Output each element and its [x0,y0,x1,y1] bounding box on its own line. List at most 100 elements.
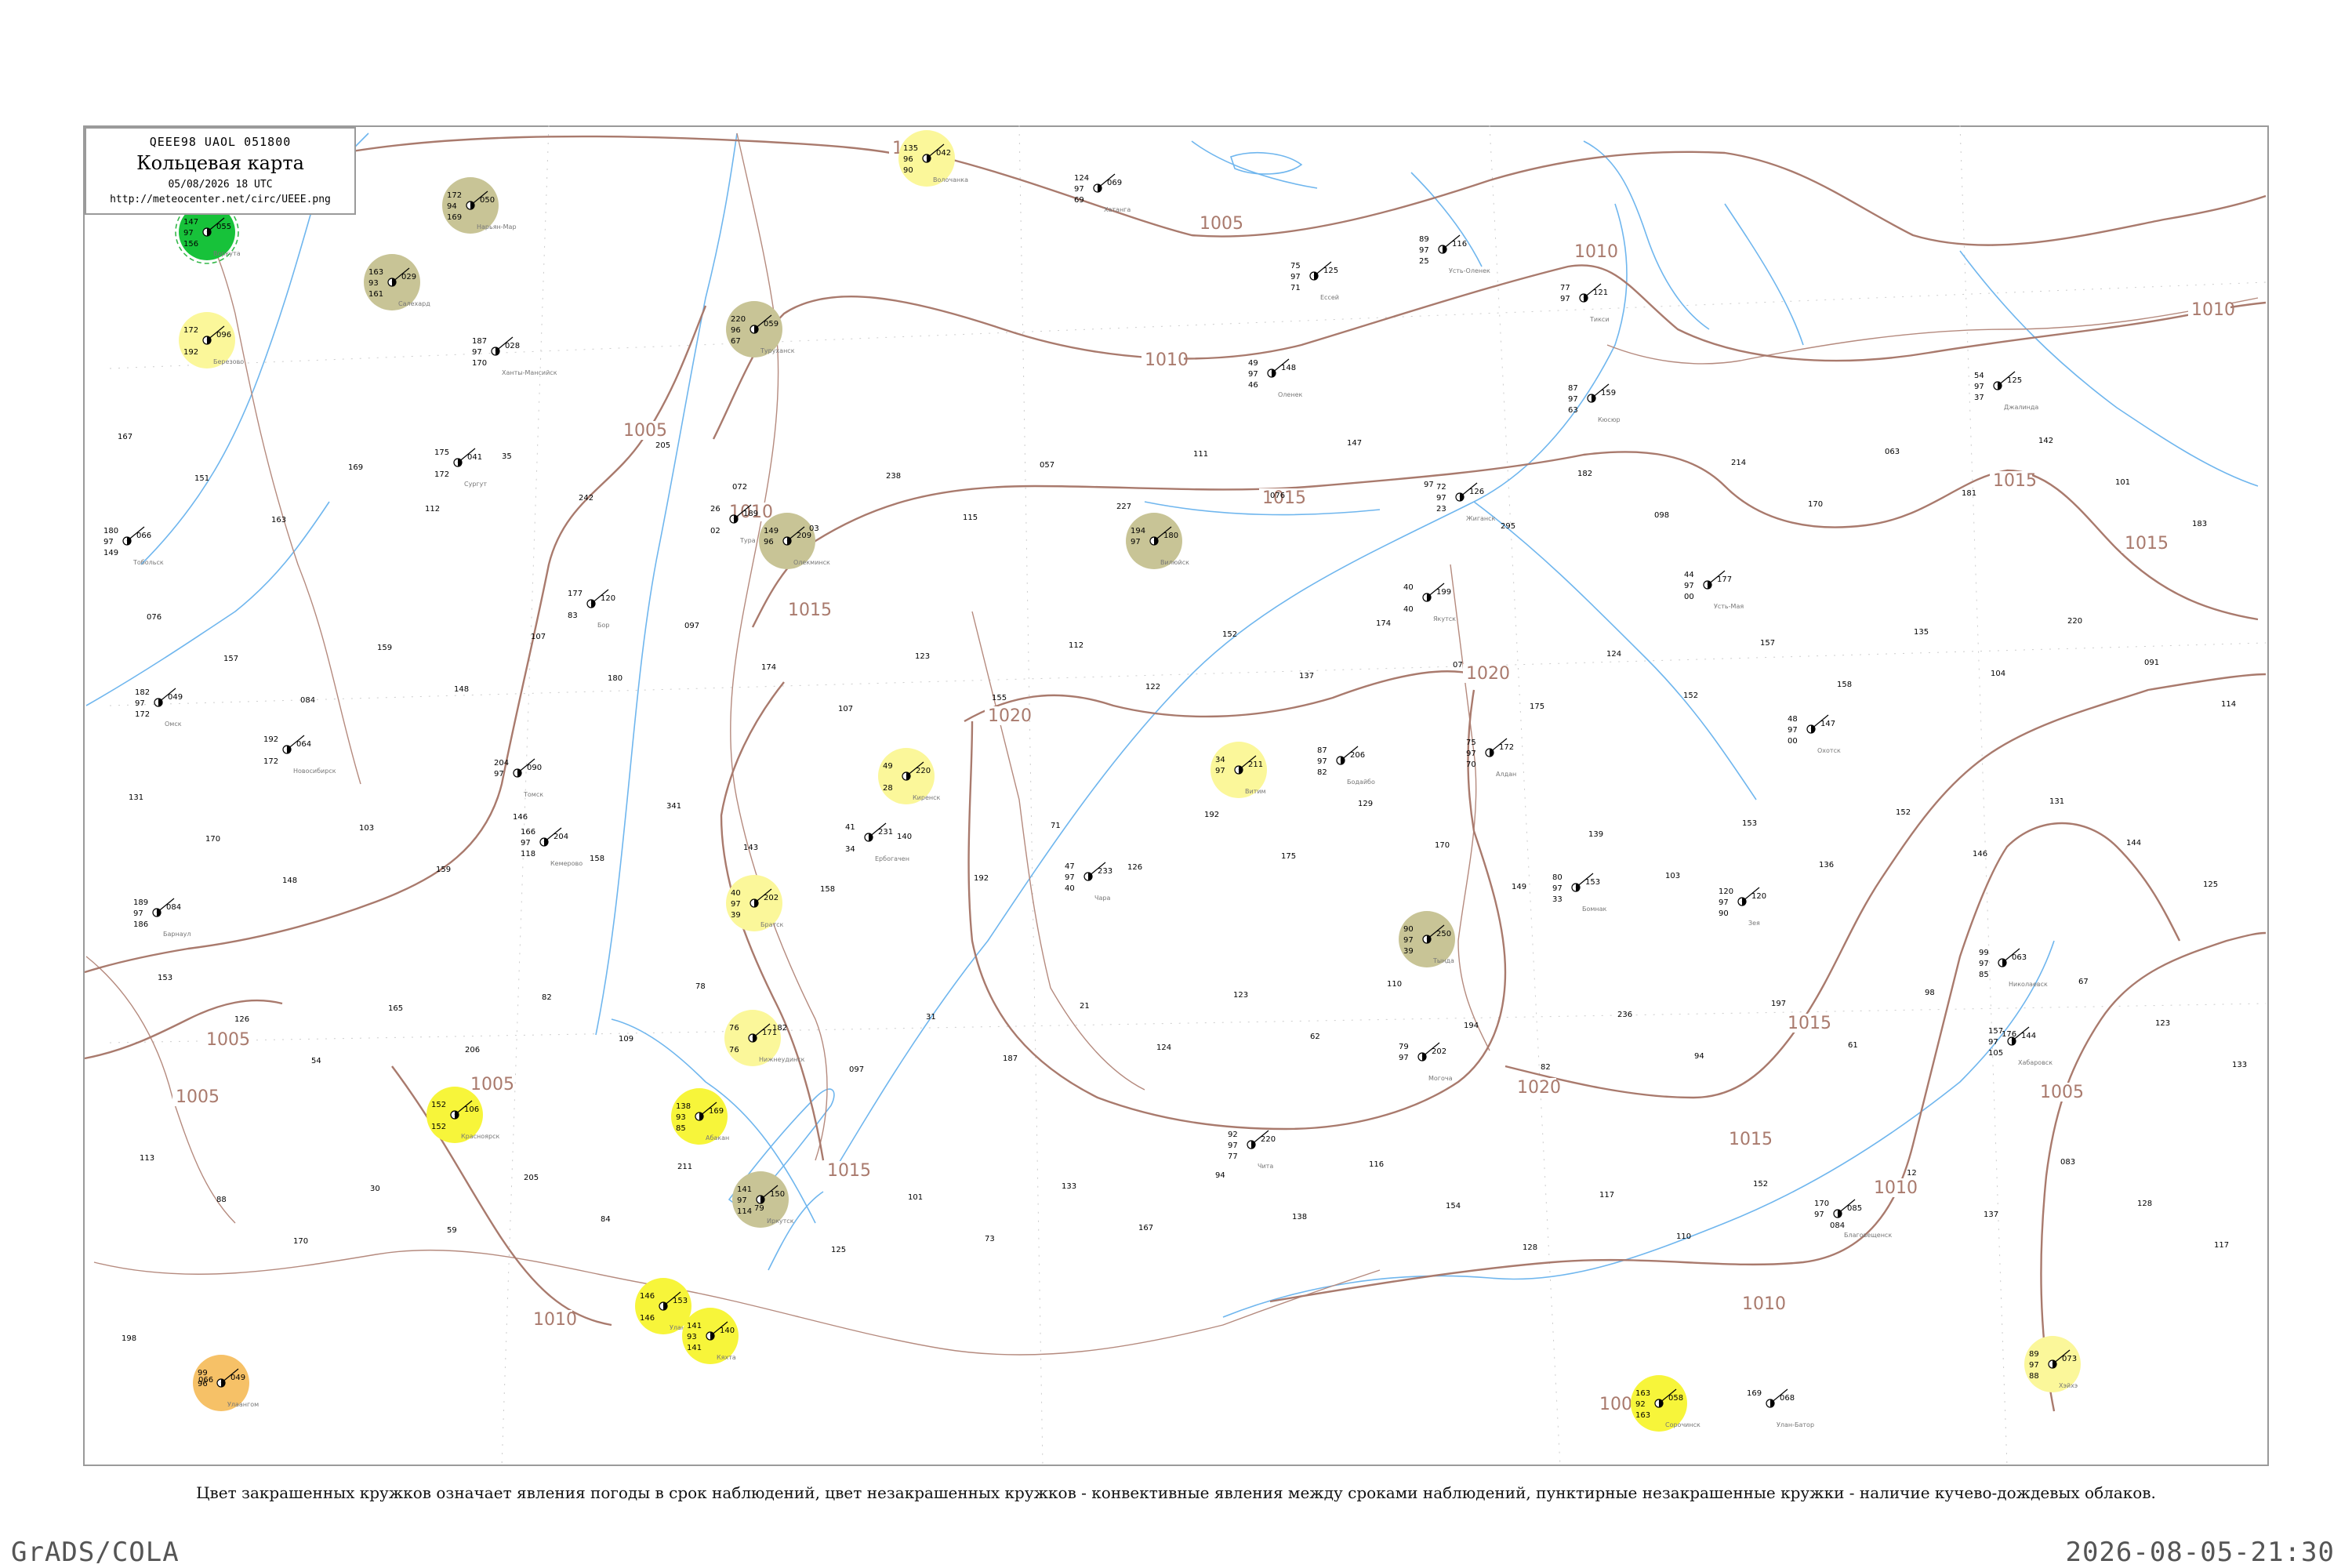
station-name: Чита [1258,1163,1273,1170]
station[interactable]: 163 92 163 058 Сорочинск [1631,1375,1700,1432]
station[interactable]: 99 97 85 063 Николаевск [1979,948,2048,988]
station[interactable]: 47 97 40 233 Чара [1065,862,1112,902]
station[interactable]: 87 97 63 159 Кюсюр [1568,383,1621,423]
station-value: 128 [1523,1243,1537,1252]
station-mid: 97 [1988,1038,1998,1047]
station-value: 167 [1138,1224,1153,1232]
station-mid: 97 [521,839,531,848]
station[interactable]: 80 97 33 153 Бомнак [1552,873,1607,913]
station-value: 123 [915,652,930,661]
station-right: 120 [601,594,615,603]
station[interactable]: 169 068 Улан-Батор [1747,1388,1814,1428]
station[interactable]: 141 97 114 150 Иркутск [732,1171,794,1228]
station[interactable]: 189 97 186 084 Барнаул [133,898,191,938]
station-pressure: 89 [1419,235,1429,244]
station[interactable]: 89 97 88 073 Хэйхэ [2024,1336,2081,1392]
station[interactable]: 135 96 90 042 Волочанка [898,130,968,187]
isobar-1000-north [321,135,910,158]
station[interactable]: 92 97 77 220 Чита [1228,1130,1276,1170]
station[interactable]: 175 172 041 Сургут [434,448,487,488]
station-value: 123 [2155,1019,2170,1028]
station-pressure: 138 [676,1102,691,1111]
station[interactable]: 75 97 71 125 Ессей [1290,261,1339,301]
station-value: 62 [1310,1033,1320,1041]
station[interactable]: 172 192 096 Березово [179,312,244,368]
station[interactable]: 79 97 202 Могоча [1399,1042,1453,1082]
station-value: 84 [601,1215,611,1224]
station[interactable]: 138 93 85 169 Абакан [671,1088,729,1145]
station[interactable]: 152 152 106 Красноярск [426,1087,499,1143]
map-url[interactable]: http://meteocenter.net/circ/UEEE.png [86,194,354,205]
station[interactable]: 192 172 064 Новосибирск [263,735,336,775]
station-name: Улан-Батор [1777,1421,1814,1428]
station-value: 110 [1676,1232,1691,1241]
station[interactable]: 87 97 82 206 Бодайбо [1317,746,1375,786]
station[interactable]: 204 97 090 Томск [494,758,543,798]
station[interactable]: 41 34 231 Ербогачен [845,822,909,862]
station[interactable]: 49 28 220 Киренск [878,748,941,804]
station[interactable]: 75 97 70 172 Алдан [1466,738,1516,778]
station-mid: 92 [1635,1400,1646,1409]
station-name: Братск [760,921,784,928]
station[interactable]: 49 97 46 148 Оленек [1248,358,1302,398]
station-pressure: 146 [640,1292,655,1301]
station-value: 101 [908,1193,923,1202]
station-value: 180 [608,674,622,683]
station-value: 146 [513,813,528,822]
station-value: 174 [761,663,776,672]
station[interactable]: 220 96 67 059 Туруханск [726,301,795,358]
station[interactable]: 90 97 39 250 Тында [1399,911,1455,967]
station-pressure: 169 [1747,1389,1762,1398]
station[interactable]: 77 97 121 Тикси [1560,283,1610,323]
station[interactable]: 14996209Олекминск [759,513,830,569]
station-pressure: 192 [263,735,278,744]
station[interactable]: 15797105144Хабаровск [1988,1026,2053,1066]
station[interactable]: 166 97 118 204 Кемерово [521,827,583,867]
station[interactable]: 54 97 37 125 Джалинда [1974,371,2038,411]
station-bot: 39 [1403,947,1414,956]
station[interactable]: 120 97 90 120 Зея [1719,887,1766,927]
station-bot: 169 [447,213,462,222]
station-value: 143 [743,844,758,852]
station-value: 67 [2078,978,2089,986]
station-pressure: 124 [1074,174,1089,183]
station[interactable]: 180 97 149 066 Тобольск [103,526,164,566]
station[interactable]: 177 83 120 Бор [568,589,615,629]
station[interactable]: 194 97 180 Вилюйск [1126,513,1189,569]
station-pressure: 89 [2029,1350,2039,1359]
grads-label: GrADS/COLA [11,1537,180,1568]
station-right: 050 [480,196,495,205]
station-name: Тура [739,537,756,544]
station-value: 174 [1376,619,1391,628]
station[interactable]: 40 97 39 202 Братск [726,875,784,931]
station[interactable]: 163 93 161 029 Салехард [364,254,430,310]
station[interactable]: 7676171Нижнеудинск [724,1010,805,1066]
isobar-1020 [964,670,1475,723]
station-value: 98 [1925,989,1935,997]
station-right: 073 [2062,1355,2077,1363]
station-pressure: 44 [1684,571,1694,579]
timestamp-label: 2026-08-05-21:30 [2065,1537,2335,1568]
station[interactable]: 141 93 141 140 Кяхта [682,1308,739,1364]
station-mid: 97 [1814,1210,1824,1219]
station-value: 112 [1069,641,1083,650]
station-value: 133 [2232,1061,2247,1069]
station-name: Бомнак [1582,906,1607,913]
station[interactable]: 34 97 211 Витим [1210,742,1267,798]
station[interactable]: 172 94 169 050 Нарьян-Мар [442,177,517,234]
station-value: 128 [2137,1200,2152,1208]
station-value: 152 [1683,691,1698,700]
station[interactable]: 48 97 00 147 Охотск [1788,714,1841,754]
station-right: 233 [1098,867,1112,876]
station-right: 250 [1436,930,1451,938]
station[interactable]: 187 97 170 028 Ханты-Мансийск [472,336,557,376]
station[interactable]: 89 97 25 116 Усть-Оленек [1419,234,1490,274]
station-value: 192 [974,874,989,883]
station-right: 126 [1469,488,1484,496]
station[interactable]: 182 97 172 049 Омск [135,688,183,728]
isobar-label: 1010 [2191,300,2235,320]
station[interactable]: 44 97 00 177 Усть-Мая [1684,570,1744,610]
station-mid: 97 [1979,960,1989,968]
station-value: 341 [666,802,681,811]
station[interactable]: 40 40 199 Якутск [1403,583,1456,622]
